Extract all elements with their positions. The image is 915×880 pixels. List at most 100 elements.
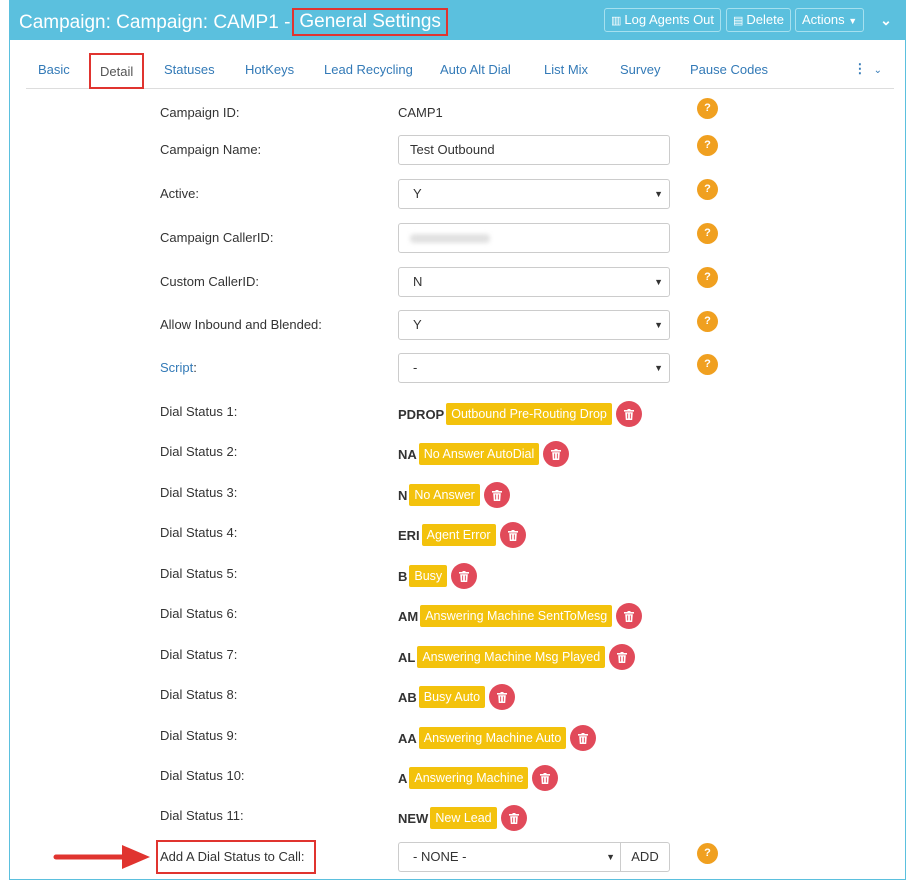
tab-auto-alt-dial[interactable]: Auto Alt Dial xyxy=(440,51,511,89)
log-agents-out-label: Log Agents Out xyxy=(624,12,715,27)
actions-dropdown[interactable]: Actions ▼ xyxy=(795,8,865,32)
tab-statuses[interactable]: Statuses xyxy=(164,51,215,89)
delete-status-trash-icon[interactable] xyxy=(500,805,527,831)
campaign-name-label: Campaign Name: xyxy=(160,142,262,157)
add-status-select[interactable]: - NONE - ▼ xyxy=(398,842,621,872)
help-icon[interactable]: ? xyxy=(697,843,718,864)
dial-status-item: A Answering Machine xyxy=(398,763,559,793)
caret-down-icon: ▼ xyxy=(606,852,615,862)
tab-survey[interactable]: Survey xyxy=(620,51,660,89)
status-name-badge: Busy xyxy=(409,565,448,587)
delete-status-trash-icon[interactable] xyxy=(499,522,526,548)
status-code: AB xyxy=(398,689,417,705)
inbound-blended-value: Y xyxy=(413,317,422,332)
tab-list-mix[interactable]: List Mix xyxy=(544,51,588,89)
delete-status-trash-icon[interactable] xyxy=(570,725,597,751)
custom-callerid-select[interactable]: N ▼ xyxy=(398,267,670,297)
help-icon[interactable]: ? xyxy=(697,354,718,375)
delete-status-trash-icon[interactable] xyxy=(609,644,636,670)
inbound-blended-select[interactable]: Y ▼ xyxy=(398,310,670,340)
custom-callerid-value: N xyxy=(413,274,423,289)
status-name-badge: Answering Machine Auto xyxy=(418,727,567,749)
log-agents-out-button[interactable]: ▥ Log Agents Out xyxy=(604,8,722,32)
status-name-badge: Answering Machine SentToMesg xyxy=(420,605,613,627)
tab-lead-recycling[interactable]: Lead Recycling xyxy=(324,51,413,89)
campaign-panel: Campaign: Campaign: CAMP1 - General Setti… xyxy=(9,0,906,880)
active-value: Y xyxy=(413,186,422,201)
vertical-ellipsis-icon: ⋮ xyxy=(853,61,867,76)
redacted-value xyxy=(410,234,490,244)
script-colon: : xyxy=(193,360,197,375)
dial-status-item: N No Answer xyxy=(398,480,510,510)
delete-status-trash-icon[interactable] xyxy=(489,684,516,710)
help-icon[interactable]: ? xyxy=(697,179,718,200)
campaign-id-value: CAMP1 xyxy=(398,105,443,120)
dial-status-item: NA No Answer AutoDial xyxy=(398,439,570,469)
help-icon[interactable]: ? xyxy=(697,98,718,119)
inbound-blended-label: Allow Inbound and Blended: xyxy=(160,317,322,332)
caret-down-icon: ▼ xyxy=(848,16,858,26)
status-name-badge: No Answer xyxy=(409,484,480,506)
dial-status-label: Dial Status 1: xyxy=(160,404,238,419)
caret-down-icon: ▼ xyxy=(654,320,663,330)
delete-status-trash-icon[interactable] xyxy=(451,563,478,589)
delete-status-trash-icon[interactable] xyxy=(616,603,643,629)
callerid-label: Campaign CallerID: xyxy=(160,230,274,245)
dial-status-item: AL Answering Machine Msg Played xyxy=(398,642,636,672)
add-status-label: Add A Dial Status to Call: xyxy=(160,849,305,864)
add-status-value: - NONE - xyxy=(413,849,467,864)
delete-status-trash-icon[interactable] xyxy=(483,482,510,508)
dial-status-item: PDROP Outbound Pre-Routing Drop xyxy=(398,399,642,429)
dial-status-label: Dial Status 11: xyxy=(160,808,244,823)
add-status-button[interactable]: ADD xyxy=(620,842,670,872)
dial-status-label: Dial Status 10: xyxy=(160,768,245,783)
dial-status-item: AB Busy Auto xyxy=(398,682,516,712)
dial-status-label: Dial Status 5: xyxy=(160,566,238,581)
status-code: NA xyxy=(398,446,417,462)
delete-status-trash-icon[interactable] xyxy=(543,441,570,467)
dial-status-label: Dial Status 3: xyxy=(160,485,238,500)
tab-basic[interactable]: Basic xyxy=(38,51,70,89)
caret-down-icon: ▼ xyxy=(654,277,663,287)
status-code: AL xyxy=(398,649,416,665)
status-code: AA xyxy=(398,730,417,746)
delete-button[interactable]: ▤ Delete xyxy=(726,8,791,32)
collapse-chevron-icon[interactable]: ⌄ xyxy=(875,9,897,31)
dial-status-label: Dial Status 4: xyxy=(160,525,238,540)
script-value: - xyxy=(413,360,418,375)
delete-status-trash-icon[interactable] xyxy=(615,401,642,427)
status-name-badge: Outbound Pre-Routing Drop xyxy=(446,403,612,425)
chevron-down-icon: ⌄ xyxy=(873,65,882,76)
help-icon[interactable]: ? xyxy=(697,223,718,244)
script-select[interactable]: - ▼ xyxy=(398,353,670,383)
dial-status-item: B Busy xyxy=(398,561,478,591)
tab-bar: Basic Detail Statuses HotKeys Lead Recyc… xyxy=(26,51,894,89)
annotation-arrow-icon xyxy=(53,845,150,869)
status-name-badge: Agent Error xyxy=(421,524,496,546)
dial-status-label: Dial Status 6: xyxy=(160,606,238,621)
status-code: AM xyxy=(398,608,419,624)
tab-hotkeys[interactable]: HotKeys xyxy=(245,51,294,89)
title-highlight: General Settings xyxy=(292,8,448,36)
status-name-badge: Answering Machine xyxy=(409,767,529,789)
callerid-input[interactable] xyxy=(398,223,670,253)
help-icon[interactable]: ? xyxy=(697,311,718,332)
status-code: ERI xyxy=(398,527,420,543)
dial-status-item: ERI Agent Error xyxy=(398,520,526,550)
tab-detail[interactable]: Detail xyxy=(89,53,145,89)
more-tabs-dropdown[interactable]: ⋮ ⌄ xyxy=(853,51,882,89)
help-icon[interactable]: ? xyxy=(697,267,718,288)
tab-pause-codes[interactable]: Pause Codes xyxy=(690,51,768,89)
script-link[interactable]: Script xyxy=(160,360,193,375)
caret-down-icon: ▼ xyxy=(654,363,663,373)
campaign-id-label: Campaign ID: xyxy=(160,105,240,120)
dial-status-label: Dial Status 2: xyxy=(160,444,238,459)
delete-status-trash-icon[interactable] xyxy=(532,765,559,791)
campaign-name-input[interactable]: Test Outbound xyxy=(398,135,670,165)
custom-callerid-label: Custom CallerID: xyxy=(160,274,259,289)
active-select[interactable]: Y ▼ xyxy=(398,179,670,209)
bar-chart-icon: ▥ xyxy=(611,15,622,27)
help-icon[interactable]: ? xyxy=(697,135,718,156)
delete-label: Delete xyxy=(746,12,784,27)
status-code: PDROP xyxy=(398,406,445,422)
